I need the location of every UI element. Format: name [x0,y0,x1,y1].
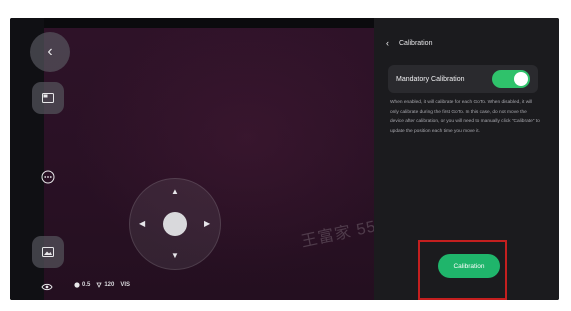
panel-header: ‹ Calibration [386,38,432,48]
highlight-box [418,240,507,300]
temperature-value: 120 [104,282,115,288]
mode-value: VIS [120,282,131,288]
aperture-status: 0.5 [74,282,90,288]
left-arrow-icon[interactable]: ◀ [139,220,145,228]
eye-icon [41,283,53,291]
aperture-value: 0.5 [82,282,91,288]
mode-status: VIS [120,282,130,288]
aperture-icon [74,282,80,288]
up-arrow-icon[interactable]: ▲ [171,188,179,196]
eye-button[interactable] [36,276,58,298]
back-button[interactable]: ‹ [30,32,70,72]
setting-description: When enabled, it will calibrate for each… [390,100,540,134]
right-arrow-icon[interactable]: ▶ [204,220,210,228]
chevron-left-icon[interactable]: ‹ [386,38,389,48]
setting-label: Mandatory Calibration [396,75,465,83]
more-button[interactable] [35,164,61,190]
temperature-status: 120 [96,282,114,288]
gallery-button[interactable] [32,236,64,268]
mandatory-calibration-row: Mandatory Calibration [388,65,538,93]
more-icon [41,170,55,184]
gallery-icon [42,247,54,257]
down-arrow-icon[interactable]: ▼ [171,252,179,260]
back-arrow-icon: ‹ [47,43,53,60]
layout-icon [42,93,54,103]
camera-viewport[interactable]: ▲ ▼ ◀ ▶ [44,28,382,300]
direction-joystick[interactable]: ▲ ▼ ◀ ▶ [129,178,221,270]
joystick-knob[interactable] [163,212,187,236]
status-bar: 0.5 120 VIS [74,282,130,288]
toggle-knob [514,72,528,86]
layout-button[interactable] [32,82,64,114]
panel-title: Calibration [399,39,433,47]
mandatory-calibration-toggle[interactable] [492,70,530,88]
thermometer-icon [96,282,102,288]
